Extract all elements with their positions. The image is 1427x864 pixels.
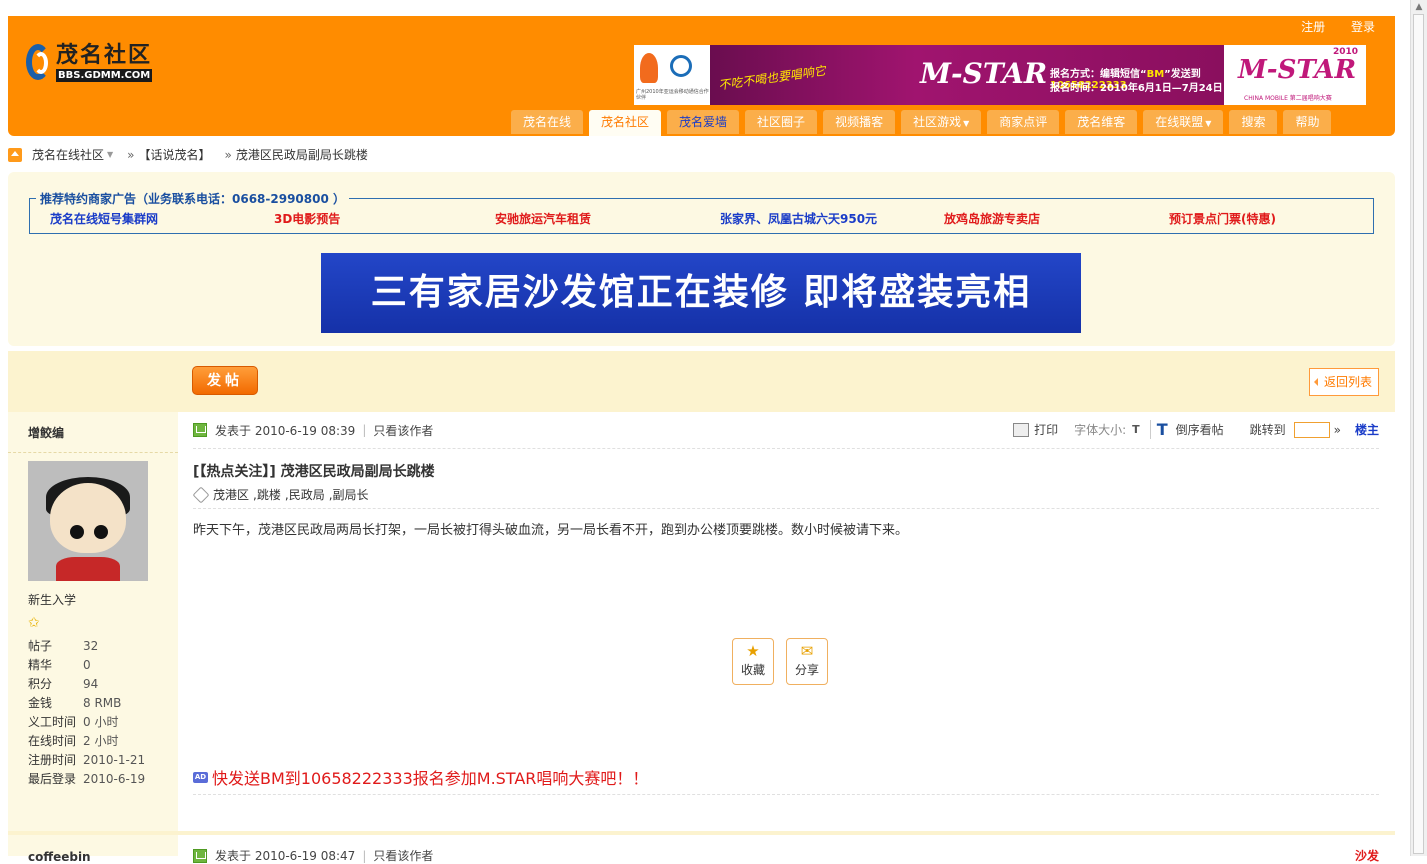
main-nav: 茂名在线 茂名社区 茂名爱墙 社区圈子 视频播客 社区游戏 ▼ 商家点评 茂名维客… [511, 110, 1337, 136]
post-content: 发表于 2010-6-19 08:39 | 只看该作者 打印 字体大小: T T… [192, 412, 1379, 832]
next-post: 发表于 2010-6-19 08:47 | 只看该作者 沙发 [178, 831, 1395, 863]
jump-go-button[interactable]: » [1334, 423, 1341, 437]
tag-link[interactable]: 副局长 [333, 486, 369, 503]
author-name[interactable]: 增鲛编 [28, 424, 64, 441]
nav-item-love-wall[interactable]: 茂名爱墙 [667, 110, 740, 134]
nav-item-games[interactable]: 社区游戏 ▼ [901, 110, 982, 134]
back-to-list-button[interactable]: 返回列表 [1308, 368, 1379, 396]
chevron-left-icon [1313, 378, 1318, 386]
star-icon: ★ [746, 642, 760, 660]
header-ad-banner[interactable]: 广州2010年亚运会移动通信合作伙伴 不吃不喝也要唱响它 M-STAR 报名方式… [634, 45, 1366, 105]
next-author-sidebar: coffeebin [8, 831, 178, 864]
nav-item-circles[interactable]: 社区圈子 [745, 110, 818, 134]
chevron-down-icon: ▼ [963, 119, 970, 128]
login-link[interactable]: 登录 [1351, 20, 1375, 34]
next-author-name[interactable]: coffeebin [28, 850, 91, 864]
nav-item-alliance[interactable]: 在线联盟 ▼ [1143, 110, 1224, 134]
tag-link[interactable]: 茂港区 [213, 486, 249, 503]
post-time: 发表于 2010-6-19 08:39 [215, 423, 356, 438]
post-icon [193, 423, 207, 437]
top-links: 注册 登录 [1279, 18, 1375, 35]
font-small-button[interactable]: T [1132, 423, 1140, 436]
print-link[interactable]: 打印 [1034, 421, 1058, 438]
logo-url: BBS.GDMM.COM [56, 68, 153, 82]
favorite-button[interactable]: ★ 收藏 [732, 638, 774, 685]
logo-title: 茂名社区 [56, 41, 153, 68]
post-tags: 茂港区, 跳楼, 民政局, 副局长 [192, 486, 373, 503]
ad-link[interactable]: 3D电影预告 [274, 210, 340, 227]
user-group[interactable]: 新生入学 [28, 591, 76, 608]
nav-item-video[interactable]: 视频播客 [823, 110, 896, 134]
breadcrumb-thread: 茂港区民政局副局长跳楼 [235, 148, 368, 162]
nav-item-wiki[interactable]: 茂名维客 [1065, 110, 1138, 134]
vertical-scrollbar[interactable]: ▲ [1410, 0, 1427, 856]
post-actions: ★ 收藏 ✉ 分享 [732, 638, 840, 685]
chevron-down-icon[interactable]: ▼ [107, 150, 113, 159]
only-author-link[interactable]: 只看该作者 [373, 422, 433, 439]
china-mobile-icon [670, 55, 692, 77]
star-icon: ✩ [28, 615, 40, 631]
nav-item-search[interactable]: 搜索 [1229, 110, 1278, 134]
big-ad-banner[interactable]: 三有家居沙发馆正在装修 即将盛装亮相 [321, 253, 1081, 333]
asian-games-logo: 广州2010年亚运会移动通信合作伙伴 [634, 45, 710, 105]
reverse-order-link[interactable]: 倒序看帖 [1176, 421, 1224, 438]
ad-link[interactable]: 放鸡岛旅游专卖店 [944, 210, 1040, 227]
tag-link[interactable]: 民政局 [289, 486, 325, 503]
jump-label: 跳转到 [1249, 423, 1286, 437]
mstar-banner: 不吃不喝也要唱响它 M-STAR 报名方式：编辑短信“BM”发送到1065822… [710, 45, 1224, 105]
post-tools: 打印 字体大小: T T 倒序看帖 跳转到 » 楼主 [1013, 420, 1379, 439]
ad-link[interactable]: 安驰旅运汽车租赁 [495, 210, 591, 227]
floor-label[interactable]: 楼主 [1355, 421, 1379, 438]
post-body: 昨天下午，茂港区民政局两局长打架，一局长被打得头破血流，另一局长看不开，跑到办公… [193, 523, 909, 538]
sponsor-ad-title: 推荐特约商家广告（业务联系电话：0668-2990800 ） [36, 190, 350, 207]
avatar[interactable] [28, 461, 148, 581]
ad-link[interactable]: 预订景点门票(特惠) [1169, 210, 1276, 227]
promo-text[interactable]: 快发送BM到10658222333报名参加M.STAR唱响大赛吧！！ [212, 765, 648, 789]
logo-mark-icon [26, 40, 52, 84]
ad-link[interactable]: 茂名在线短号集群网 [50, 210, 158, 227]
tag-link[interactable]: 跳楼 [257, 486, 281, 503]
share-button[interactable]: ✉ 分享 [786, 638, 828, 685]
register-link[interactable]: 注册 [1301, 20, 1325, 34]
nav-item-community[interactable]: 茂名社区 [589, 110, 662, 136]
jump-floor-input[interactable] [1293, 421, 1330, 438]
nav-item-maoming-online[interactable]: 茂名在线 [511, 110, 584, 134]
home-icon[interactable] [8, 147, 22, 162]
scroll-up-icon[interactable]: ▲ [1411, 0, 1427, 14]
breadcrumb: 茂名在线社区 ▼ » 【话说茂名】 » 茂港区民政局副局长跳楼 [8, 146, 368, 163]
mstar-logo: 2010 M-STAR CHINA MOBILE 第二届唱响大赛 [1224, 45, 1366, 105]
font-large-button[interactable]: T [1149, 420, 1168, 439]
sponsor-ad-box: 推荐特约商家广告（业务联系电话：0668-2990800 ） 茂名在线短号集群网… [29, 190, 1374, 234]
breadcrumb-forum[interactable]: 【话说茂名】 [139, 146, 211, 163]
site-logo[interactable]: 茂名社区 BBS.GDMM.COM [26, 40, 153, 84]
post-title: [【热点关注】] 茂港区民政局副局长跳楼 [193, 464, 435, 480]
tag-icon [192, 486, 210, 503]
ad-link[interactable]: 张家界、凤凰古城六天950元 [720, 210, 877, 227]
post-category[interactable]: [【热点关注】] [193, 464, 276, 480]
flame-icon [640, 53, 658, 83]
ad-badge: AD [193, 771, 208, 783]
chevron-down-icon: ▼ [1205, 119, 1212, 128]
envelope-icon: ✉ [800, 642, 814, 660]
new-post-button[interactable]: 发帖 [192, 366, 258, 395]
nav-item-reviews[interactable]: 商家点评 [987, 110, 1060, 134]
author-sidebar: 增鲛编 新生入学 ✩ 帖子 32 精华 0 积分 94 金钱 8 RMB 义工时间 0 小… [8, 351, 178, 831]
promo-ad[interactable]: AD 快发送BM到10658222333报名参加M.STAR唱响大赛吧！！ [193, 765, 648, 789]
ad-zone: 推荐特约商家广告（业务联系电话：0668-2990800 ） 茂名在线短号集群网… [8, 172, 1395, 346]
nav-item-help[interactable]: 帮助 [1283, 110, 1332, 134]
user-stats: 帖子 32 精华 0 积分 94 金钱 8 RMB 义工时间 0 小时 在线时间 2 小时 … [28, 639, 146, 786]
breadcrumb-site[interactable]: 茂名在线社区 [32, 146, 104, 163]
site-header: 茂名社区 BBS.GDMM.COM 注册 登录 广州2010年亚运会移动通信合作… [8, 16, 1395, 136]
scroll-thumb[interactable] [1413, 14, 1424, 854]
printer-icon[interactable] [1013, 422, 1030, 437]
font-size-label: 字体大小: [1074, 423, 1127, 437]
thread-toolbar: 发帖 返回列表 [178, 351, 1395, 412]
